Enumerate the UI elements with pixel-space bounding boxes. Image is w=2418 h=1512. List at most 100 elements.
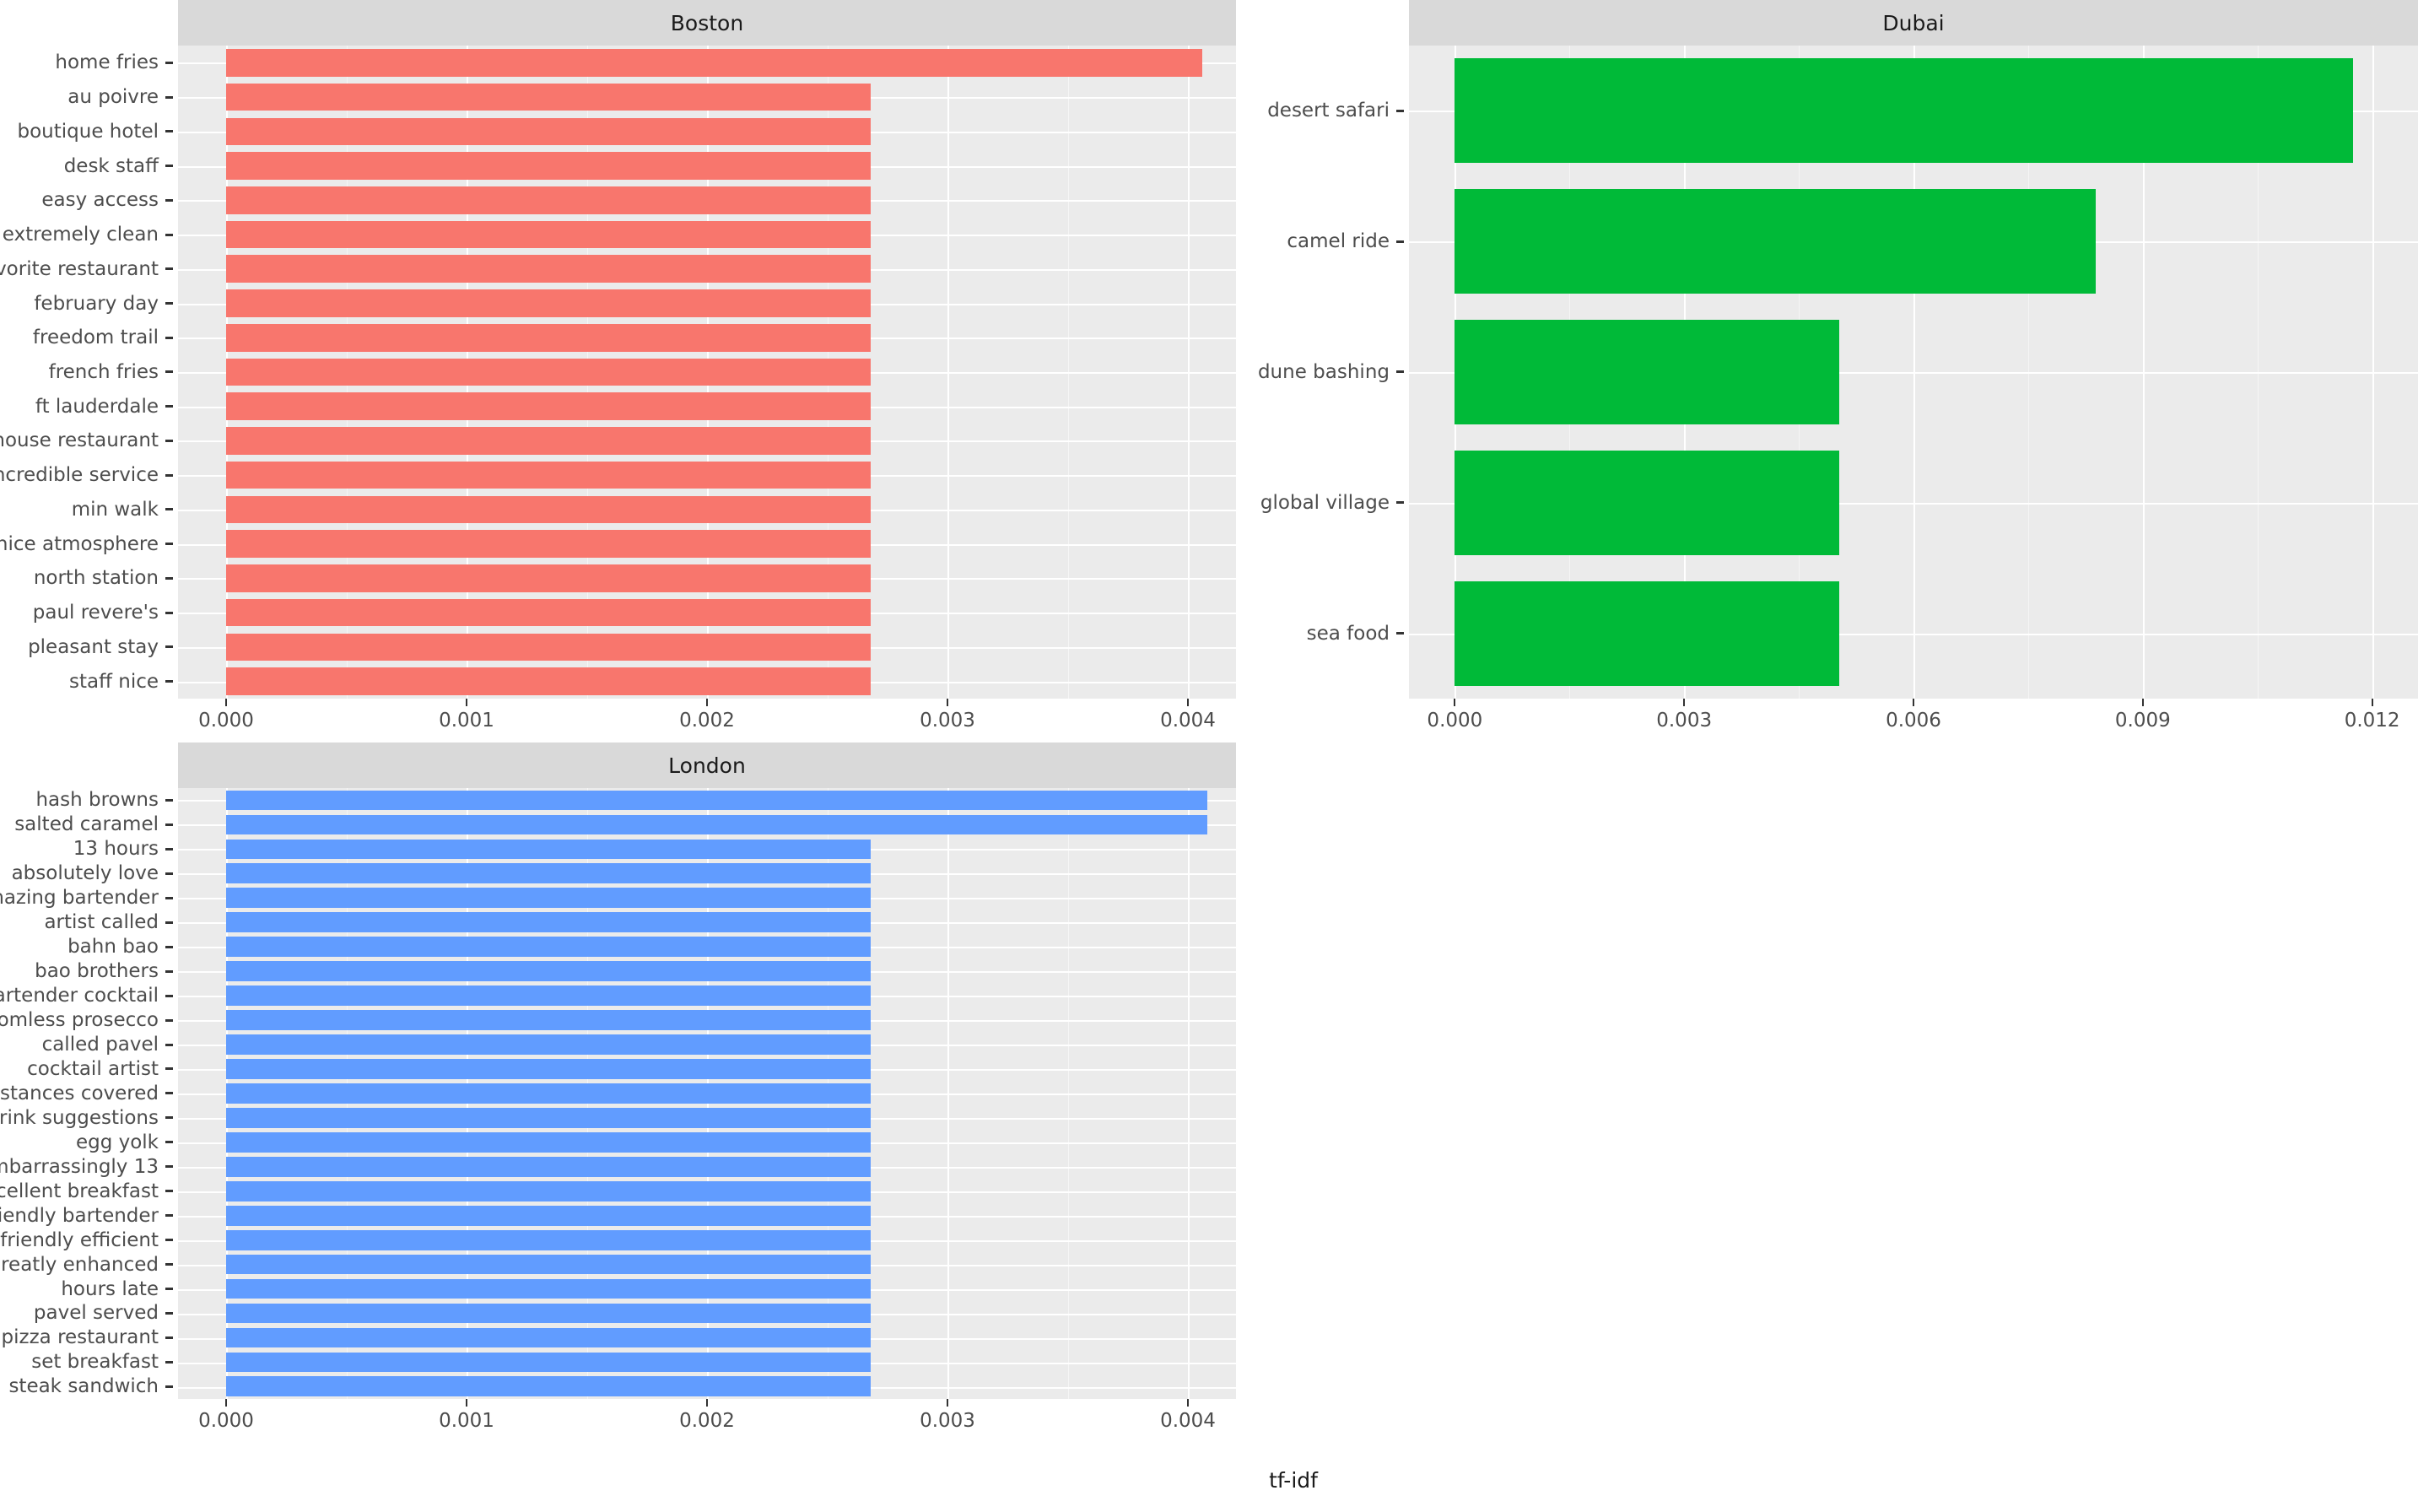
y-tick-mark-icon [165,576,173,580]
bar-boston-8[interactable] [226,323,871,352]
y-tick-mark-icon [165,1263,173,1266]
y-tick-london-8: bartender cocktail [0,984,178,1008]
plot-panel-dubai [1409,46,2418,699]
bar-boston-7[interactable] [226,289,871,317]
y-tick-label: bartender cocktail [0,985,159,1007]
y-tick-label: pizza restaurant [1,1326,159,1349]
bar-slot [1409,46,2418,176]
bar-london-15[interactable] [226,1156,871,1177]
bar-slot [178,493,1236,527]
bar-boston-10[interactable] [226,392,871,420]
bar-dubai-4[interactable] [1455,580,1840,686]
bar-london-4[interactable] [226,888,871,909]
bar-dubai-1[interactable] [1455,189,2096,294]
bar-slot [178,596,1236,630]
bar-london-2[interactable] [226,839,871,860]
bar-london-9[interactable] [226,1010,871,1030]
y-tick-label: friendly bartender [0,1204,159,1227]
x-tick-label: 0.012 [2344,710,2400,732]
bar-slot [178,1228,1236,1252]
bar-boston-1[interactable] [226,83,871,111]
bar-london-7[interactable] [226,961,871,982]
bar-boston-15[interactable] [226,564,871,592]
bar-boston-18[interactable] [226,667,871,695]
y-tick-london-22: pizza restaurant [0,1326,178,1350]
bar-dubai-2[interactable] [1455,320,1840,424]
y-tick-boston-3: desk staff [0,148,178,183]
bar-dubai-3[interactable] [1455,450,1840,555]
x-tick-mark-icon [1913,699,1914,706]
bar-london-3[interactable] [226,863,871,884]
bar-boston-9[interactable] [226,358,871,386]
y-tick-label: staff nice [68,670,159,693]
bar-london-17[interactable] [226,1205,871,1226]
y-tick-boston-14: nice atmosphere [0,526,178,561]
bar-london-5[interactable] [226,912,871,933]
bar-boston-2[interactable] [226,117,871,146]
bar-slot [178,788,1236,813]
bar-london-21[interactable] [226,1303,871,1324]
y-tick-london-13: drink suggestions [0,1105,178,1130]
bar-boston-0[interactable] [226,49,1203,77]
bar-london-19[interactable] [226,1254,871,1275]
y-tick-boston-4: easy access [0,183,178,218]
bar-london-1[interactable] [226,814,1207,835]
y-tick-mark-icon [165,233,173,236]
y-tick-label: extremely clean [2,224,159,246]
bar-london-20[interactable] [226,1278,871,1299]
y-tick-label: bahn bao [67,936,159,958]
facet-panel-london: London hash browns salted caramel 13 hours… [0,742,1236,1443]
axis-spacer-london [0,1399,178,1443]
bar-boston-5[interactable] [226,220,871,249]
bar-boston-12[interactable] [226,461,871,489]
bar-slot [178,183,1236,218]
bar-slot [178,1154,1236,1179]
bar-boston-17[interactable] [226,633,871,662]
bar-boston-16[interactable] [226,598,871,627]
bar-slot [178,664,1236,699]
y-tick-mark-icon [165,1336,173,1339]
bar-london-14[interactable] [226,1131,871,1153]
bar-london-8[interactable] [226,986,871,1006]
y-tick-label: hours late [61,1277,159,1300]
bar-london-13[interactable] [226,1108,871,1128]
bar-london-23[interactable] [226,1352,871,1373]
bar-london-24[interactable] [226,1376,871,1397]
bar-boston-14[interactable] [226,530,871,558]
bar-series-london [178,788,1236,1399]
y-tick-mark-icon [165,872,173,875]
bar-slot [178,526,1236,561]
y-tick-boston-17: pleasant stay [0,629,178,664]
bar-london-0[interactable] [226,790,1207,811]
y-tick-london-16: excellent breakfast [0,1179,178,1203]
bar-boston-11[interactable] [226,427,871,455]
bar-london-11[interactable] [226,1059,871,1079]
x-tick-mark-icon [225,1399,227,1407]
x-tick-label: 0.006 [1886,710,1941,732]
bar-dubai-0[interactable] [1455,58,2353,164]
y-tick-mark-icon [165,61,173,64]
y-tick-boston-12: incredible service [0,458,178,493]
bar-london-12[interactable] [226,1083,871,1104]
y-tick-london-23: set breakfast [0,1350,178,1374]
y-tick-label: incredible service [0,464,159,487]
bar-london-18[interactable] [226,1229,871,1250]
y-tick-label: ft lauderdale [35,395,159,418]
bar-boston-3[interactable] [226,152,871,180]
bar-boston-6[interactable] [226,255,871,284]
bar-slot [178,114,1236,148]
bar-london-10[interactable] [226,1034,871,1055]
bar-slot [1409,307,2418,438]
bar-london-22[interactable] [226,1327,871,1348]
y-tick-label: set breakfast [31,1351,159,1374]
bar-boston-4[interactable] [226,186,871,214]
y-tick-label: home fries [55,51,159,74]
bar-london-6[interactable] [226,937,871,958]
bar-slot [178,813,1236,837]
y-tick-mark-icon [165,1067,173,1071]
y-tick-boston-5: extremely clean [0,218,178,252]
bar-london-16[interactable] [226,1180,871,1202]
bar-boston-13[interactable] [226,495,871,524]
y-tick-mark-icon [1396,501,1404,505]
y-tick-label: egg yolk [75,1131,159,1153]
